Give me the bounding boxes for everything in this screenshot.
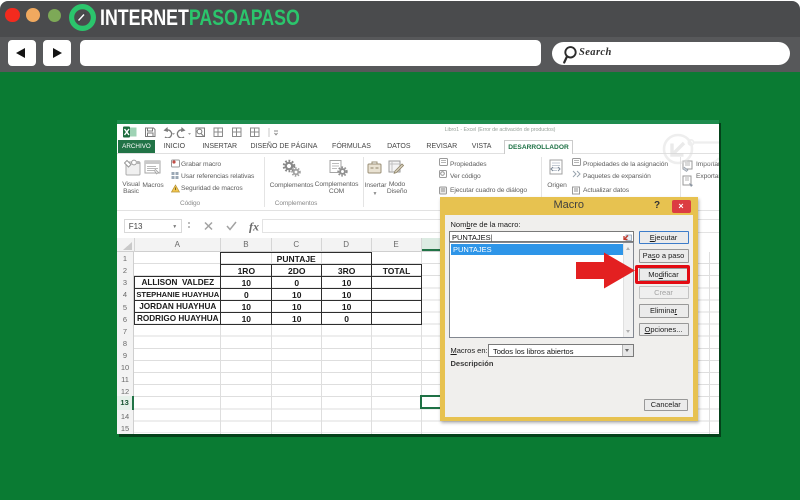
svg-text:fx: fx <box>249 219 259 233</box>
